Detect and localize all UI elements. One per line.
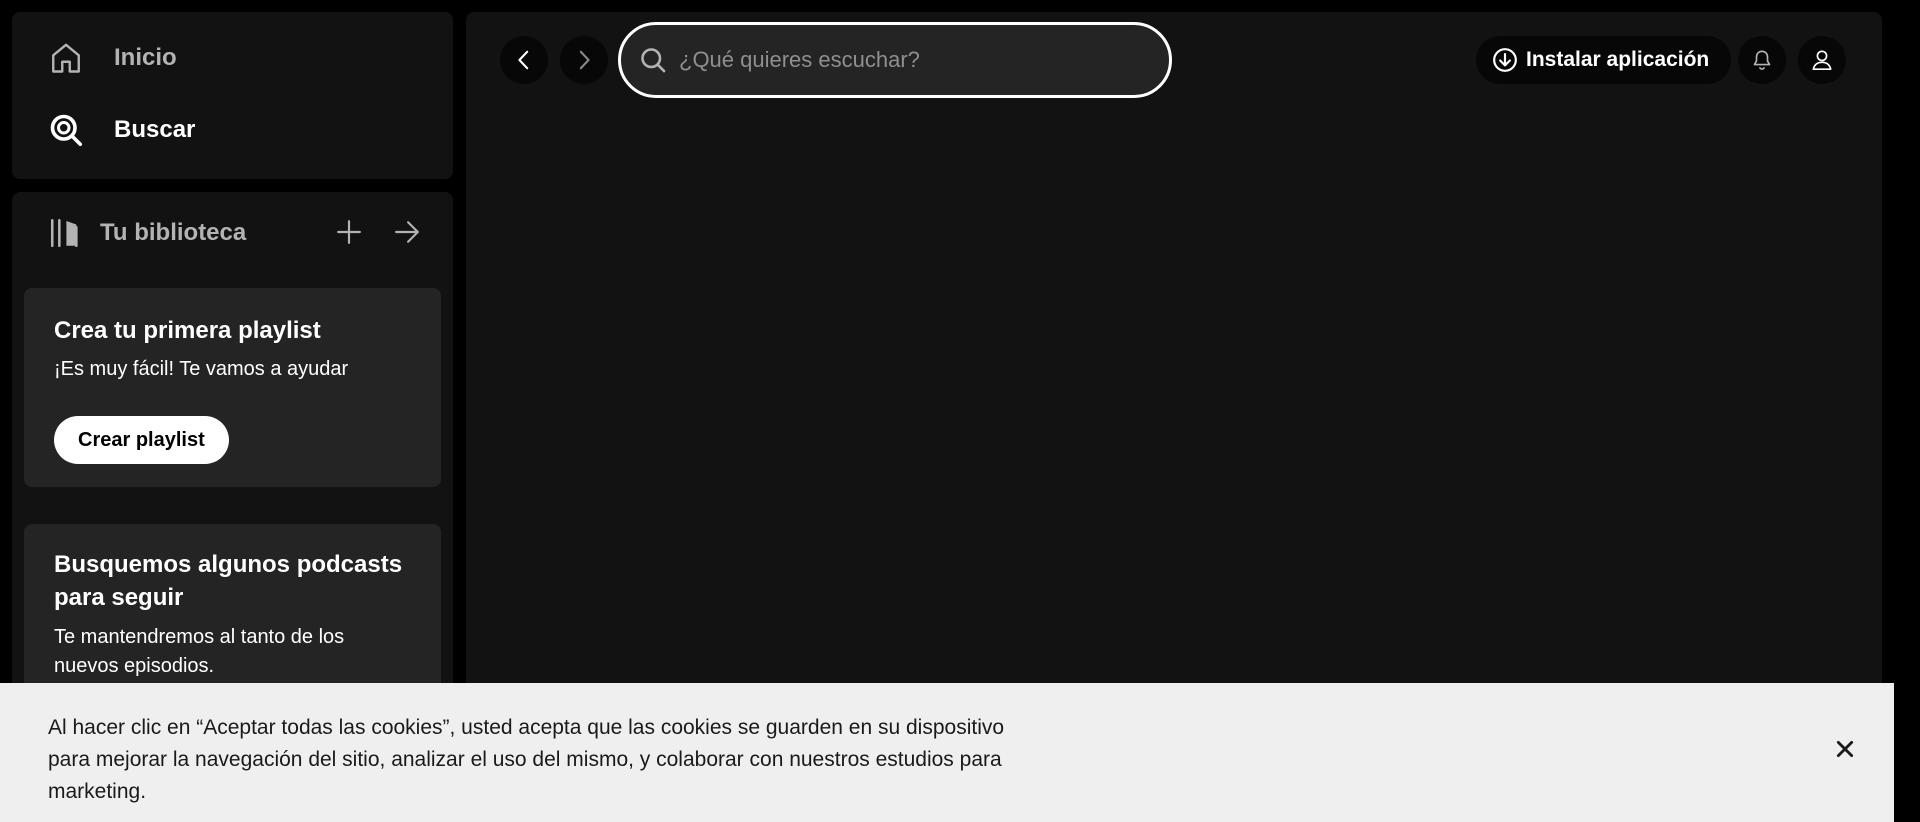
- library-title: Tu biblioteca: [100, 219, 247, 246]
- create-playlist-card: Crea tu primera playlist ¡Es muy fácil! …: [24, 288, 441, 487]
- chevron-right-icon: [579, 50, 590, 70]
- cookie-close-button[interactable]: [1829, 733, 1861, 765]
- bell-icon: [1753, 50, 1771, 70]
- close-icon: [1836, 740, 1854, 758]
- podcasts-text: Te mantendremos al tanto de los nuevos e…: [54, 626, 345, 677]
- install-app-button[interactable]: Instalar aplicación: [1476, 36, 1732, 84]
- arrow-right-icon: [395, 221, 419, 243]
- notifications-button[interactable]: [1738, 36, 1786, 84]
- nav-search-label: Buscar: [114, 116, 196, 143]
- cookie-banner: Al hacer clic en “Aceptar todas las cook…: [0, 683, 1894, 822]
- install-app-label: Instalar aplicación: [1526, 48, 1710, 71]
- user-icon: [1812, 50, 1832, 70]
- nav-panel: Inicio Buscar: [12, 12, 453, 179]
- create-playlist-text: ¡Es muy fácil! Te vamos a ayudar: [54, 358, 349, 380]
- search-input[interactable]: [679, 47, 1169, 73]
- search-box[interactable]: [618, 22, 1172, 98]
- search-icon: [641, 48, 666, 73]
- download-icon: [1493, 48, 1517, 72]
- user-menu-button[interactable]: [1798, 36, 1846, 84]
- cookie-banner-text: Al hacer clic en “Aceptar todas las cook…: [48, 716, 1005, 803]
- expand-library-button[interactable]: [389, 214, 425, 250]
- library-header[interactable]: Tu biblioteca: [48, 216, 246, 250]
- back-button[interactable]: [500, 36, 548, 84]
- home-icon: [52, 43, 80, 73]
- search-icon: [50, 114, 83, 147]
- library-icon: [50, 218, 78, 248]
- chevron-left-icon: [518, 50, 529, 70]
- create-playlist-title: Crea tu primera playlist: [54, 317, 321, 344]
- nav-home-label: Inicio: [114, 44, 177, 71]
- podcasts-title: Busquemos algunos podcasts para seguir: [54, 551, 403, 611]
- nav-item-home[interactable]: Inicio: [48, 40, 177, 76]
- plus-icon: [337, 220, 361, 244]
- create-playlist-button[interactable]: Crear playlist: [54, 416, 229, 464]
- create-library-item-button[interactable]: [331, 214, 367, 250]
- forward-button[interactable]: [560, 36, 608, 84]
- nav-item-search[interactable]: Buscar: [48, 112, 195, 148]
